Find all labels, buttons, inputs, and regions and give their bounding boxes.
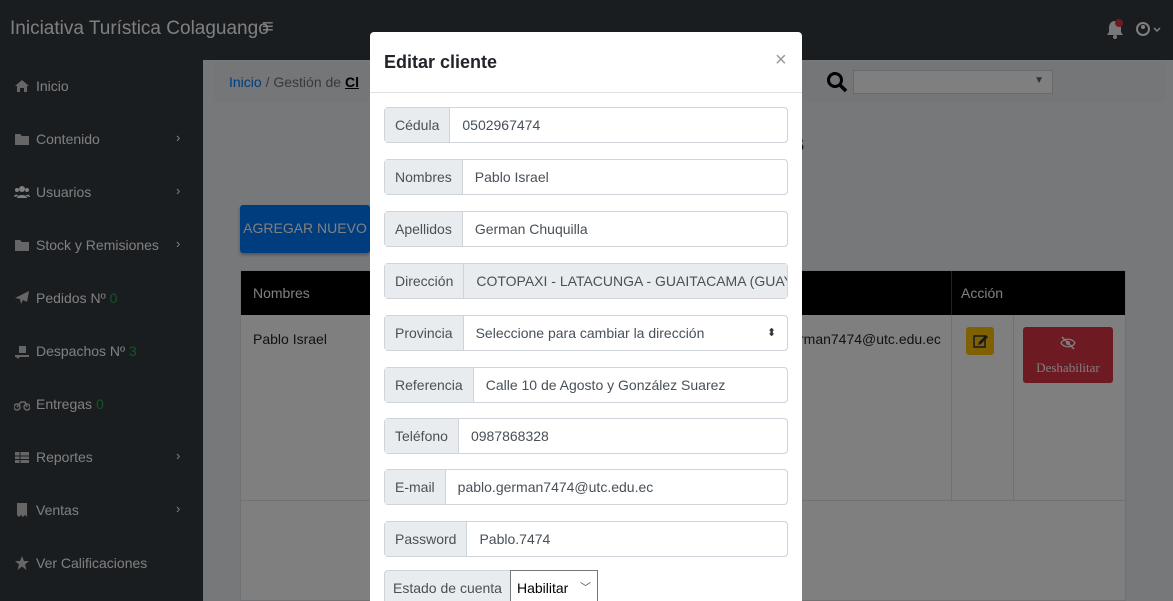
email-field: E-mail pablo.german7474@utc.edu.ec: [384, 469, 788, 505]
direccion-input: COTOPAXI - LATACUNGA - GUAITACAMA (GUAYT…: [464, 264, 787, 298]
modal-title: Editar cliente: [384, 52, 498, 72]
email-input[interactable]: pablo.german7474@utc.edu.ec: [446, 470, 787, 504]
password-input[interactable]: Pablo.7474: [467, 522, 787, 556]
direccion-field: Dirección COTOPAXI - LATACUNGA - GUAITAC…: [384, 263, 788, 299]
nombres-label: Nombres: [385, 160, 463, 194]
apellidos-label: Apellidos: [385, 212, 463, 246]
estado-value: Habilitar: [516, 580, 569, 596]
apellidos-field: Apellidos German Chuquilla: [384, 211, 788, 247]
provincia-select[interactable]: Seleccione para cambiar la dirección: [464, 316, 767, 350]
referencia-field: Referencia Calle 10 de Agosto y González…: [384, 367, 788, 403]
password-label: Password: [385, 522, 468, 556]
nombres-input[interactable]: Pablo Israel: [463, 160, 787, 194]
cedula-field: Cédula 0502967474: [384, 107, 788, 143]
direccion-label: Dirección: [385, 264, 465, 298]
referencia-label: Referencia: [385, 368, 474, 402]
provincia-label: Provincia: [385, 316, 464, 350]
provincia-field: Provincia Seleccione para cambiar la dir…: [384, 315, 788, 351]
select-arrows-icon: ⬍: [767, 327, 777, 339]
estado-field: Estado de cuenta Habilitar ﹀: [384, 570, 598, 601]
estado-select[interactable]: Habilitar ﹀: [509, 570, 598, 601]
email-label: E-mail: [385, 470, 446, 504]
telefono-field: Teléfono 0987868328: [384, 418, 788, 454]
telefono-label: Teléfono: [385, 419, 459, 453]
chevron-down-icon: ﹀: [579, 582, 591, 594]
cedula-input[interactable]: 0502967474: [450, 108, 787, 142]
apellidos-input[interactable]: German Chuquilla: [463, 212, 787, 246]
cedula-label: Cédula: [385, 108, 451, 142]
telefono-input[interactable]: 0987868328: [459, 419, 787, 453]
estado-label: Estado de cuenta: [384, 570, 510, 601]
nombres-field: Nombres Pablo Israel: [384, 159, 788, 195]
modal-header: Editar cliente ×: [370, 32, 802, 93]
close-icon[interactable]: ×: [775, 49, 787, 72]
edit-client-modal: Editar cliente × Cédula 0502967474 Nombr…: [370, 32, 802, 601]
referencia-input[interactable]: Calle 10 de Agosto y González Suarez: [474, 368, 787, 402]
password-field: Password Pablo.7474: [384, 521, 788, 557]
